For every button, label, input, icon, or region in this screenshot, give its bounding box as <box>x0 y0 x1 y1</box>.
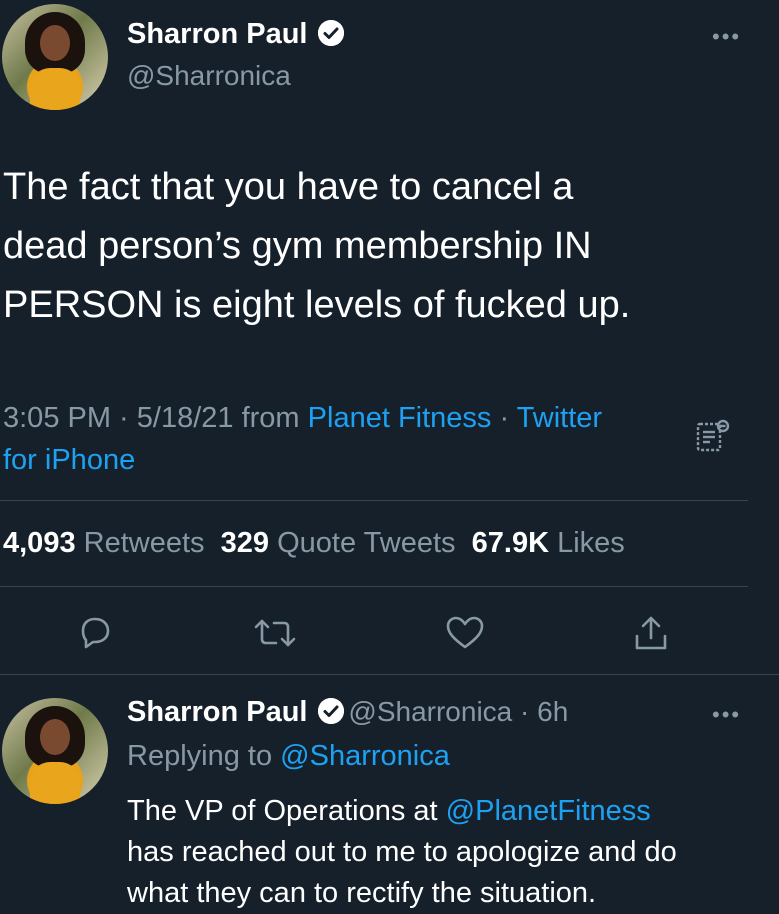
author-header: Sharron Paul <box>127 18 344 51</box>
tweet-timestamp[interactable]: 3:05 PM · 5/18/21 from <box>3 402 308 434</box>
analytics-icon[interactable] <box>694 416 734 461</box>
author-name[interactable]: Sharron Paul <box>127 18 308 50</box>
reply-text: The VP of Operations at @PlanetFitness h… <box>127 791 777 914</box>
retweets-stat[interactable]: 4,093 Retweets <box>3 527 205 559</box>
replying-to-handle[interactable]: @Sharronica <box>280 740 450 772</box>
reply-icon[interactable] <box>75 613 115 658</box>
meta-separator: · <box>491 402 517 434</box>
replying-to-label: Replying to <box>127 740 281 772</box>
tweet-text: The fact that you have to cancel a dead … <box>3 158 773 335</box>
quote-tweets-stat[interactable]: 329 Quote Tweets <box>221 527 456 559</box>
reply-text-line: has reached out to me to apologize and d… <box>127 836 677 868</box>
like-icon[interactable] <box>444 613 486 658</box>
author-avatar[interactable] <box>2 4 108 110</box>
source-label-part1: Twitter <box>516 402 603 434</box>
share-icon[interactable] <box>631 612 671 659</box>
reply-more-options-icon[interactable]: ••• <box>712 702 741 728</box>
source-label-part2: for iPhone <box>3 444 136 476</box>
tweet-text-line: dead person’s gym membership IN <box>3 225 592 267</box>
reply-author-name[interactable]: Sharron Paul <box>127 696 308 728</box>
reply-author-handle[interactable]: @Sharronica <box>348 696 512 727</box>
verified-badge-icon <box>317 698 344 724</box>
reply-header: Sharron Paul @Sharronica · 6h <box>127 696 568 729</box>
likes-stat[interactable]: 67.9K Likes <box>472 527 625 559</box>
tweet-text-line: PERSON is eight levels of fucked up. <box>3 284 631 326</box>
location-link[interactable]: Planet Fitness <box>308 402 492 434</box>
planet-fitness-mention[interactable]: @PlanetFitness <box>446 795 651 827</box>
more-options-icon[interactable]: ••• <box>712 24 741 50</box>
divider <box>0 674 779 675</box>
reply-text-line: The VP of Operations at @PlanetFitness <box>127 795 651 827</box>
tweet-meta: 3:05 PM · 5/18/21 from Planet Fitness · … <box>3 397 683 481</box>
tweet-text-line: The fact that you have to cancel a <box>3 166 574 208</box>
author-handle[interactable]: @Sharronica <box>127 60 291 92</box>
divider <box>0 586 748 587</box>
reply-text-line: what they can to rectify the situation. <box>127 877 597 909</box>
retweet-icon[interactable] <box>252 613 298 658</box>
divider <box>0 500 748 501</box>
verified-badge-icon <box>317 20 344 46</box>
reply-age[interactable]: · 6h <box>512 696 568 727</box>
tweet-stats: 4,093 Retweets 329 Quote Tweets 67.9K Li… <box>3 527 625 560</box>
reply-author-avatar[interactable] <box>2 698 108 804</box>
replying-to: Replying to @Sharronica <box>127 740 450 773</box>
